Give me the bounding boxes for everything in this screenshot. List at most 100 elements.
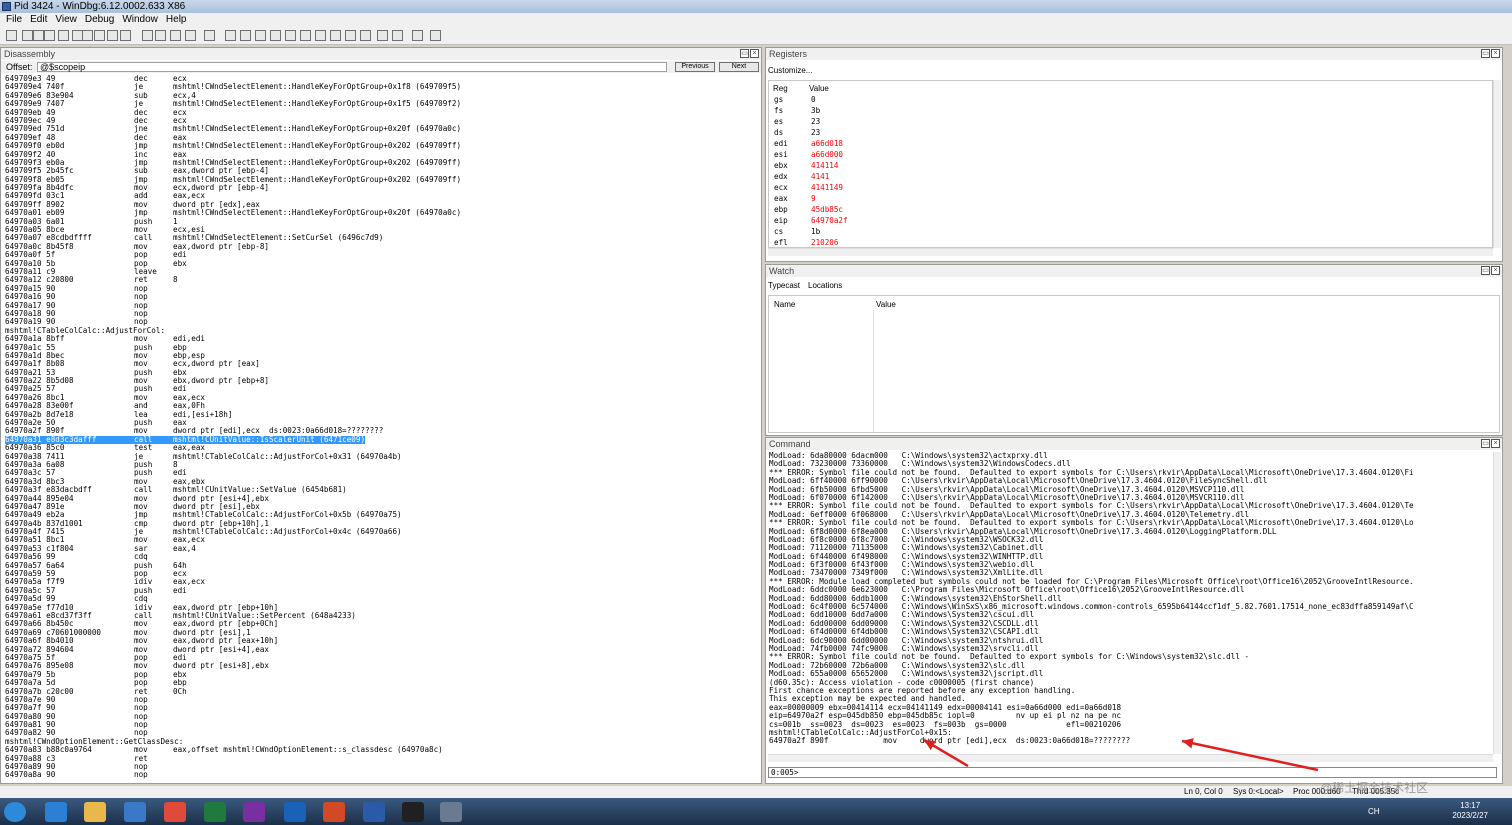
current-instruction-line[interactable]: 64970a31 e8d3c3dafff call mshtml!CUnitValu… — [5, 435, 760, 445]
disassembly-line[interactable]: 64970a15 90 nop — [5, 284, 760, 293]
disassembly-line[interactable]: 64970a5e f77d10 idiv eax,dword ptr [ebp+10… — [5, 603, 760, 612]
window-titlebar[interactable]: Pid 3424 - WinDbg:6.12.0002.633 X86 — [0, 0, 1512, 13]
disassembly-line[interactable]: 64970a75 5f pop edi — [5, 653, 760, 662]
close-icon[interactable]: × — [1491, 439, 1500, 448]
disassembly-line[interactable]: 64970a5a f7f9 idiv eax,ecx — [5, 578, 760, 587]
register-value[interactable]: 64970a2f — [811, 216, 848, 225]
register-value[interactable]: a66d018 — [811, 139, 843, 148]
previous-button[interactable]: Previous — [675, 62, 715, 72]
disassembly-line[interactable]: 64970a53 c1f804 sar eax,4 — [5, 544, 760, 553]
disassembly-line[interactable]: 64970a10 5b pop ebx — [5, 259, 760, 268]
restore-icon[interactable]: ▭ — [1481, 266, 1490, 275]
disassembly-line[interactable]: 649709ed 751d jne mshtml!CWndSelectElement… — [5, 124, 760, 133]
disassembly-line[interactable]: 64970a3f e83dacbdff call mshtml!CUnitValue… — [5, 485, 760, 494]
taskbar-clock[interactable]: 13:17 2023/2/27 — [1452, 801, 1488, 821]
toolbar-button-icon[interactable] — [225, 30, 236, 41]
toolbar-button-icon[interactable] — [345, 30, 356, 41]
toolbar-button-icon[interactable] — [82, 30, 93, 41]
disassembly-line[interactable]: 64970a72 894604 mov dword ptr [esi+4],eax — [5, 645, 760, 654]
media-player-icon[interactable] — [124, 802, 146, 822]
toolbar-button-icon[interactable] — [44, 30, 55, 41]
disassembly-line[interactable]: 649709f0 eb0d jmp mshtml!CWndSelectElement… — [5, 141, 760, 150]
disassembly-line[interactable]: 64970a51 8bc1 mov eax,ecx — [5, 536, 760, 545]
disassembly-line[interactable]: 64970a03 6a01 push 1 — [5, 217, 760, 226]
toolbar-button-icon[interactable] — [240, 30, 251, 41]
disassembly-line[interactable]: 64970a83 b88c0a9764 mov eax,offset mshtml!… — [5, 745, 760, 754]
restore-icon[interactable]: ▭ — [1481, 439, 1490, 448]
toolbar-button-icon[interactable] — [255, 30, 266, 41]
disassembly-line[interactable]: 64970a11 c9 leave — [5, 267, 760, 276]
toolbar-button-icon[interactable] — [58, 30, 69, 41]
toolbar-button-icon[interactable] — [22, 30, 33, 41]
disassembly-line[interactable]: 64970a81 90 nop — [5, 720, 760, 729]
disassembly-line[interactable]: 649709eb 49 dec ecx — [5, 108, 760, 117]
disassembly-line[interactable]: 64970a66 8b450c mov eax,dword ptr [ebp+0Ch… — [5, 619, 760, 628]
disassembly-line[interactable]: 64970a4f 7415 je mshtml!CTableColCalc::Adj… — [5, 527, 760, 536]
toolbar-button-icon[interactable] — [430, 30, 441, 41]
disassembly-listing[interactable]: 649709e3 49 dec ecx 649709e4 740f je mshtml!C… — [5, 75, 760, 783]
register-value[interactable]: 1b — [811, 227, 820, 236]
disassembly-line[interactable]: 64970a3c 57 push edi — [5, 468, 760, 477]
registers-list[interactable]: Reg Value gs 0 fs 3b es 23 ds 23 edi a66d018 esi a6… — [768, 80, 1493, 248]
excel-icon[interactable] — [204, 802, 226, 822]
disassembly-line[interactable]: 64970a7f 90 nop — [5, 703, 760, 712]
cmd-icon[interactable] — [402, 802, 424, 822]
disassembly-line[interactable]: 64970a2b 8d7e18 lea edi,[esi+18h] — [5, 410, 760, 419]
toolbar-button-icon[interactable] — [6, 30, 17, 41]
toolbar-button-icon[interactable] — [33, 30, 44, 41]
disassembly-line[interactable]: 64970a69 c70601000000 mov dword ptr [esi],… — [5, 628, 760, 637]
disassembly-line[interactable]: 64970a57 6a64 push 64h — [5, 561, 760, 570]
command-input[interactable]: 0:005> — [768, 767, 1497, 778]
menu-window[interactable]: Window — [122, 14, 158, 25]
register-value[interactable]: 4141 — [811, 172, 829, 181]
disassembly-line[interactable]: 64970a8a 90 nop — [5, 771, 760, 780]
disassembly-line[interactable]: 649709e9 7407 je mshtml!CWndSelectElement:… — [5, 99, 760, 108]
powerpoint-icon[interactable] — [323, 802, 345, 822]
onenote-icon[interactable] — [243, 802, 265, 822]
disassembly-line[interactable]: 64970a56 99 cdq — [5, 552, 760, 561]
disassembly-line[interactable]: 64970a28 83e00f and eax,0Fh — [5, 401, 760, 410]
close-icon[interactable]: × — [1491, 49, 1500, 58]
disassembly-line[interactable]: 64970a7b c20c00 ret 0Ch — [5, 687, 760, 696]
watch-list[interactable]: Name Value — [768, 295, 1500, 433]
reg-column-header[interactable]: Reg — [773, 84, 788, 93]
disassembly-line[interactable]: 649709f3 eb0a jmp mshtml!CWndSelectElement… — [5, 158, 760, 167]
disassembly-line[interactable]: 64970a1c 55 push ebp — [5, 343, 760, 352]
register-value[interactable]: 23 — [811, 117, 820, 126]
disassembly-line[interactable]: 64970a49 eb2a jmp mshtml!CTableColCalc::Ad… — [5, 510, 760, 519]
register-value[interactable]: 210206 — [811, 238, 838, 247]
disassembly-line[interactable]: 64970a59 59 pop ecx — [5, 569, 760, 578]
disassembly-line[interactable]: 64970a22 8b5d08 mov ebx,dword ptr [ebp+8] — [5, 376, 760, 385]
windbg-icon[interactable] — [440, 802, 462, 822]
explorer-icon[interactable] — [84, 802, 106, 822]
disassembly-line[interactable]: 64970a25 57 push edi — [5, 385, 760, 394]
menu-file[interactable]: File — [6, 14, 22, 25]
restore-icon[interactable]: ▭ — [740, 49, 749, 58]
disassembly-line[interactable]: 64970a76 895e08 mov dword ptr [esi+8],ebx — [5, 661, 760, 670]
register-value[interactable]: 9 — [811, 194, 816, 203]
disassembly-line[interactable]: 64970a61 e8cd37f3ff call mshtml!CUnitValue… — [5, 611, 760, 620]
disassembly-line[interactable]: 64970a21 53 push ebx — [5, 368, 760, 377]
disassembly-line[interactable]: 64970a7a 5d pop ebp — [5, 678, 760, 687]
disassembly-line[interactable]: 64970a1f 8b08 mov ecx,dword ptr [eax] — [5, 359, 760, 368]
disassembly-line[interactable]: 64970a26 8bc1 mov eax,ecx — [5, 393, 760, 402]
outlook-icon[interactable] — [284, 802, 306, 822]
disassembly-line[interactable]: 64970a16 90 nop — [5, 292, 760, 301]
toolbar-button-icon[interactable] — [300, 30, 311, 41]
close-icon[interactable]: × — [1491, 266, 1500, 275]
disassembly-line[interactable]: 64970a89 90 nop — [5, 762, 760, 771]
start-orb-icon[interactable] — [4, 802, 26, 822]
toolbar-button-icon[interactable] — [120, 30, 131, 41]
disassembly-line[interactable]: 649709fd 03c1 add eax,ecx — [5, 192, 760, 201]
customize-button[interactable]: Customize... — [768, 66, 812, 75]
next-button[interactable]: Next — [719, 62, 759, 72]
toolbar-button-icon[interactable] — [155, 30, 166, 41]
command-output[interactable]: ModLoad: 6da80000 6dacm000 C:\Windows\sy… — [769, 452, 1499, 752]
command-hscrollbar[interactable] — [768, 754, 1493, 762]
disassembly-line[interactable]: 64970a79 5b pop ebx — [5, 670, 760, 679]
menu-debug[interactable]: Debug — [85, 14, 114, 25]
close-icon[interactable]: × — [750, 49, 759, 58]
ie-icon[interactable] — [45, 802, 67, 822]
menu-view[interactable]: View — [55, 14, 77, 25]
toolbar-button-icon[interactable] — [94, 30, 105, 41]
